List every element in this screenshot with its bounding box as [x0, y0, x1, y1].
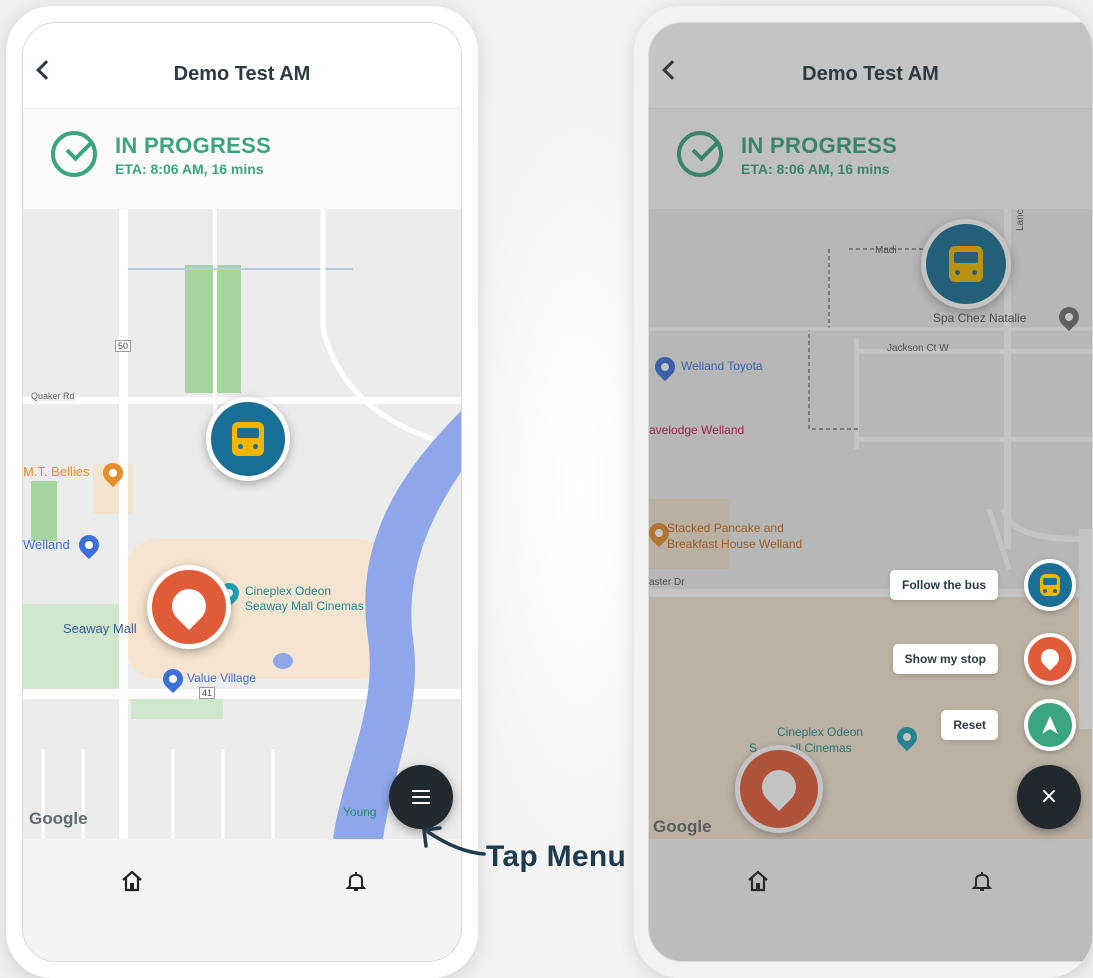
- menu-item-label[interactable]: Reset: [941, 710, 998, 740]
- map-label-route: 41: [199, 687, 216, 699]
- reset-option[interactable]: Reset: [941, 699, 1076, 751]
- menu-icon: [412, 790, 430, 792]
- map-label-poi: Welland: [23, 537, 70, 552]
- close-icon: ×: [1039, 784, 1059, 809]
- map-label-road: Quaker Rd: [31, 391, 75, 401]
- bottom-tab-bar: [23, 839, 461, 961]
- location-pin-icon: [1037, 645, 1063, 671]
- eta-text: ETA: 8:06 AM, 16 mins: [115, 161, 264, 177]
- bus-marker[interactable]: [206, 397, 290, 481]
- show-stop-option[interactable]: Show my stop: [892, 633, 1076, 685]
- app-screen-right: Demo Test AM IN PROGRESS ETA: 8:06 AM, 1…: [648, 22, 1093, 962]
- show-stop-button[interactable]: [1024, 633, 1076, 685]
- follow-bus-option[interactable]: Follow the bus: [890, 559, 1076, 611]
- reset-button[interactable]: [1024, 699, 1076, 751]
- home-icon[interactable]: [121, 869, 143, 893]
- map-base: [23, 209, 461, 839]
- check-circle-icon: [51, 131, 97, 177]
- bus-icon: [232, 422, 264, 456]
- tap-menu-annotation: Tap Menu: [486, 840, 627, 873]
- phone-frame-right: Demo Test AM IN PROGRESS ETA: 8:06 AM, 1…: [634, 6, 1093, 978]
- trip-status-panel: IN PROGRESS ETA: 8:06 AM, 16 mins: [23, 109, 461, 209]
- bell-icon[interactable]: [345, 869, 367, 893]
- location-pin-icon: [164, 581, 214, 630]
- status-label: IN PROGRESS: [115, 133, 272, 158]
- map-view[interactable]: Quaker Rd 50 41 M.T. Bellies Welland Sea…: [23, 209, 461, 839]
- close-menu-button[interactable]: ×: [1017, 765, 1081, 829]
- page-title: Demo Test AM: [173, 63, 311, 85]
- bus-icon: [1040, 574, 1060, 596]
- map-label-poi: M.T. Bellies: [23, 464, 90, 479]
- map-label-poi: Seaway Mall Cinemas: [245, 599, 364, 613]
- menu-overlay[interactable]: [649, 23, 1092, 961]
- phone-frame-left: Demo Test AM IN PROGRESS ETA: 8:06 AM, 1…: [6, 6, 478, 978]
- annotation-arrow-icon: [422, 826, 486, 856]
- menu-item-label[interactable]: Follow the bus: [890, 570, 998, 600]
- map-label-poi: Cineplex Odeon: [245, 584, 332, 598]
- follow-bus-button[interactable]: [1024, 559, 1076, 611]
- map-label-poi: Seaway Mall: [63, 621, 137, 636]
- app-header: Demo Test AM: [23, 23, 461, 109]
- menu-item-label[interactable]: Show my stop: [892, 644, 998, 674]
- map-label-poi: Value Village: [187, 671, 256, 685]
- navigation-arrow-icon: [1042, 716, 1058, 734]
- map-label-poi: Young: [343, 805, 377, 819]
- map-label-route: 50: [115, 340, 132, 352]
- stop-marker[interactable]: [147, 565, 231, 649]
- app-screen-left: Demo Test AM IN PROGRESS ETA: 8:06 AM, 1…: [22, 22, 462, 962]
- google-logo: Google: [29, 809, 88, 828]
